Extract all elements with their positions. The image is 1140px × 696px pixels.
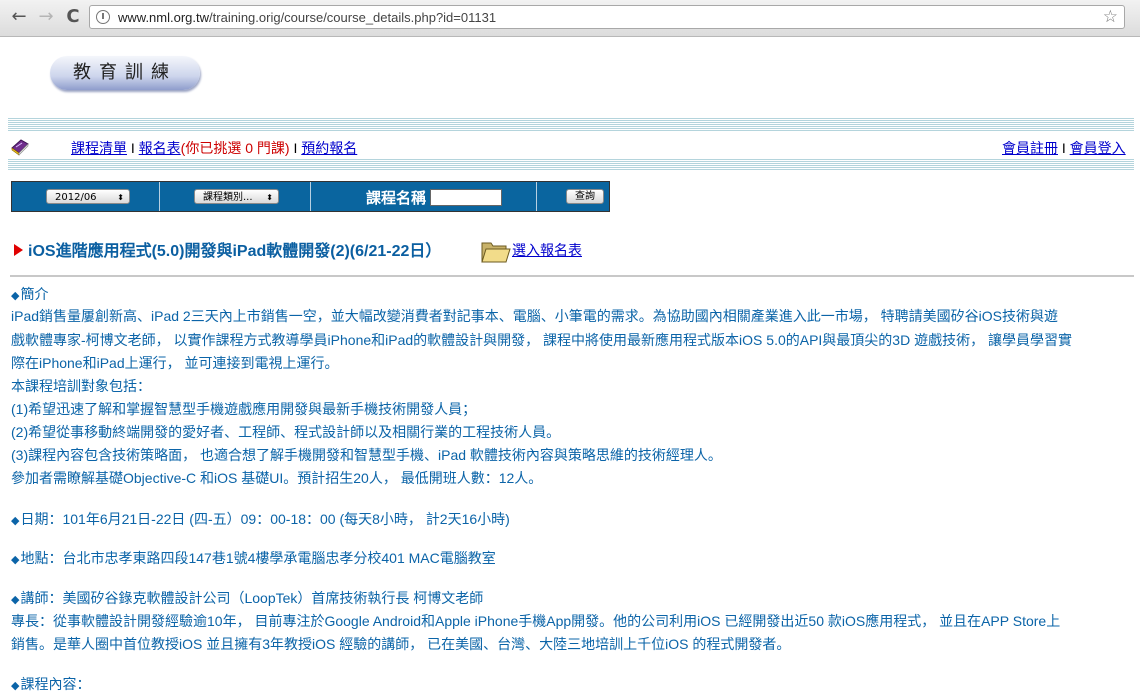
syllabus-heading: ◆課程內容： <box>11 676 91 692</box>
folder-icon[interactable] <box>479 235 511 267</box>
page-info-icon[interactable] <box>96 10 110 24</box>
search-button[interactable]: 查詢 <box>566 189 604 204</box>
reserve-link[interactable]: 預約報名 <box>301 140 357 156</box>
diamond-bullet-icon: ◆ <box>11 594 20 606</box>
category-select[interactable]: 課程類別... ⬍ <box>194 189 279 204</box>
decorative-stripe <box>8 159 1134 171</box>
intro-heading: ◆簡介 <box>11 286 49 302</box>
target-item: (3)課程內容包含技術策略面， 也適合想了解手機開發和智慧型手機、iPad 軟體… <box>11 447 722 463</box>
intro-line: 戲軟體專家-柯博文老師， 以實作課程方式教導學員iPhone和iPad的軟體設計… <box>11 332 1072 348</box>
target-heading: 本課程培訓對象包括： <box>11 378 151 394</box>
diamond-bullet-icon: ◆ <box>11 290 20 302</box>
course-name-label: 課程名稱 <box>366 190 427 207</box>
address-bar[interactable]: www.nml.org.tw/training.orig/course/cour… <box>89 5 1125 29</box>
top-nav-left: 課程清單 I 報名表(你已挑選 0 門課) I 預約報名 <box>71 138 357 158</box>
category-select-value: 課程類別... <box>203 192 253 203</box>
divider <box>10 275 1134 277</box>
diamond-bullet-icon: ◆ <box>11 515 20 527</box>
course-date: ◆日期：101年6月21日-22日 (四-五）09：00-18：00 (每天8小… <box>11 511 510 527</box>
teacher-expertise: 銷售。是華人圈中首位教授iOS 並且擁有3年教授iOS 經驗的講師， 已在美國、… <box>11 636 791 652</box>
target-item: (2)希望從事移動終端開發的愛好者、工程師、程式設計師以及相關行業的工程技術人員… <box>11 424 561 440</box>
reload-icon[interactable]: C <box>62 6 84 28</box>
browser-toolbar: ← → C www.nml.org.tw/training.orig/cours… <box>0 0 1140 37</box>
target-item: (1)希望迅速了解和掌握智慧型手機遊戲應用開發與最新手機技術開發人員； <box>11 401 477 417</box>
date-select[interactable]: 2012/06 ⬍ <box>46 189 130 204</box>
decorative-stripe <box>8 118 1134 132</box>
prerequisite-text: 參加者需瞭解基礎Objective-C 和iOS 基礎UI。預計招生20人， 最… <box>11 470 543 486</box>
nav-separator: I <box>130 140 135 156</box>
nav-separator: I <box>1061 140 1066 156</box>
site-logo[interactable]: 教育訓練 <box>50 56 200 90</box>
nav-separator: I <box>293 140 298 156</box>
course-location: ◆地點：台北市忠孝東路四段147巷1號4樓學承電腦忠孝分校401 MAC電腦教室 <box>11 550 496 566</box>
select-arrows-icon: ⬍ <box>266 193 273 202</box>
url-text[interactable]: www.nml.org.tw/training.orig/course/cour… <box>118 10 496 25</box>
course-title: iOS進階應用程式(5.0)開發與iPad軟體開發(2)(6/21-22日） <box>28 243 442 260</box>
add-to-signup-link[interactable]: 選入報名表 <box>512 240 582 260</box>
intro-line: iPad銷售量屢創新高、iPad 2三天內上市銷售一空，並大幅改變消費者對記事本… <box>11 308 1058 324</box>
intro-line: 際在iPhone和iPad上運行， 並可連接到電視上運行。 <box>11 355 339 371</box>
bullet-triangle-icon <box>14 244 23 256</box>
select-arrows-icon: ⬍ <box>117 193 124 202</box>
bookmark-star-icon[interactable]: ☆ <box>1103 7 1118 27</box>
diamond-bullet-icon: ◆ <box>11 680 20 692</box>
forward-icon[interactable]: → <box>35 6 57 28</box>
course-teacher: ◆講師：美國矽谷錄克軟體設計公司（LoopTek）首席技術執行長 柯博文老師 <box>11 590 484 606</box>
top-nav-right: 會員註冊 I 會員登入 <box>1002 138 1126 158</box>
book-icon <box>11 139 29 156</box>
course-list-link[interactable]: 課程清單 <box>71 140 127 156</box>
register-link[interactable]: 會員註冊 <box>1002 140 1058 156</box>
course-search-bar: 2012/06 ⬍ 課程類別... ⬍ 課程名稱 查詢 <box>11 181 610 212</box>
signup-form-link[interactable]: 報名表 <box>139 140 181 156</box>
login-link[interactable]: 會員登入 <box>1070 140 1126 156</box>
diamond-bullet-icon: ◆ <box>11 554 20 566</box>
back-icon[interactable]: ← <box>8 6 30 28</box>
date-select-value: 2012/06 <box>55 192 97 203</box>
selected-count-text: (你已挑選 0 門課) <box>180 140 290 156</box>
teacher-expertise: 專長：從事軟體設計開發經驗逾10年， 目前專注於Google Android和A… <box>11 613 1061 629</box>
course-name-input[interactable] <box>430 189 502 206</box>
